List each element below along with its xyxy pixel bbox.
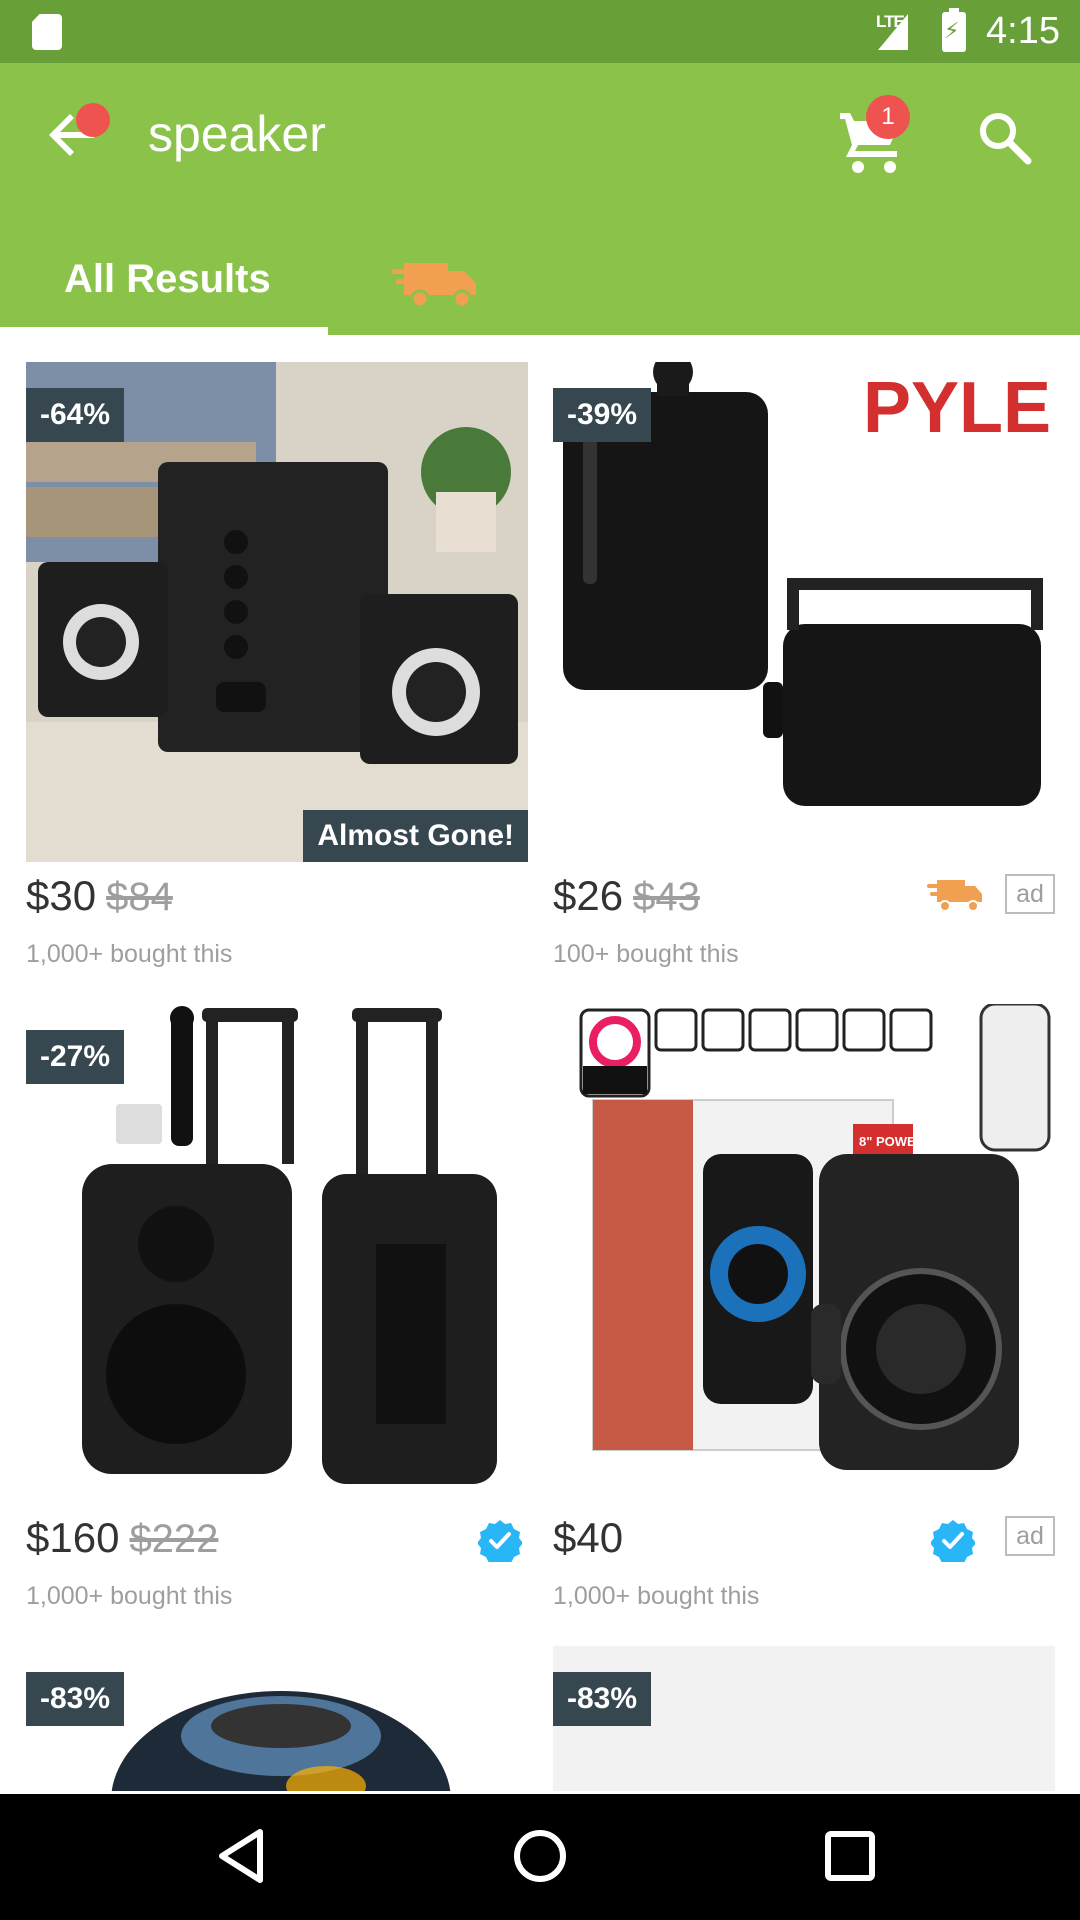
discount-badge: -39% — [553, 388, 652, 442]
verified-seller-icon — [478, 1520, 522, 1562]
app-header: speaker 1 All Results — [0, 63, 1080, 335]
discount-badge: -64% — [26, 388, 125, 442]
ad-badge: ad — [1005, 1516, 1055, 1556]
price: $160 — [26, 1514, 120, 1561]
product-image: 8" POWERED — [553, 1004, 1055, 1504]
product-card-partial[interactable]: -83% — [26, 1646, 528, 1791]
bought-count: 100+ bought this — [553, 940, 739, 968]
old-price: $43 — [633, 875, 700, 919]
bought-count: 1,000+ bought this — [26, 940, 233, 968]
price: $30 — [26, 872, 97, 919]
box-powered-text: 8" POWERED — [859, 1134, 943, 1149]
battery-charging-icon — [942, 8, 966, 52]
system-nav-bar — [0, 1794, 1080, 1920]
price: $40 — [553, 1514, 624, 1561]
product-image: -64% Almost Gone! — [26, 362, 528, 862]
party-speaker-image: 8" POWERED — [553, 1004, 1055, 1504]
tab-fast-delivery[interactable] — [328, 233, 548, 335]
back-triangle-icon[interactable] — [210, 1824, 274, 1888]
status-time: 4:15 — [986, 10, 1060, 52]
fast-delivery-truck-icon — [392, 263, 476, 309]
bought-count: 1,000+ bought this — [26, 1582, 233, 1610]
sd-card-icon — [32, 14, 62, 50]
product-image: PYLE -39% — [553, 362, 1055, 862]
old-price: $222 — [129, 1517, 219, 1561]
search-button[interactable] — [974, 107, 1038, 171]
discount-badge: -83% — [26, 1672, 125, 1726]
home-circle-icon[interactable] — [512, 1824, 568, 1888]
notification-dot — [76, 103, 110, 137]
verified-seller-icon — [931, 1520, 975, 1562]
tab-all-results[interactable]: All Results — [0, 233, 328, 335]
discount-badge: -27% — [26, 1030, 125, 1084]
tab-indicator — [0, 327, 328, 335]
stock-badge: Almost Gone! — [303, 810, 528, 862]
pyle-brand-logo: PYLE — [863, 368, 1051, 448]
discount-badge: -83% — [553, 1672, 652, 1726]
recents-square-icon[interactable] — [820, 1826, 880, 1886]
old-price: $84 — [106, 875, 173, 919]
search-query[interactable]: speaker — [148, 105, 326, 163]
search-icon — [980, 113, 1032, 165]
ad-badge: ad — [1005, 874, 1055, 914]
network-type: LTE — [876, 12, 905, 31]
product-image: -27% — [26, 1004, 528, 1504]
status-bar: LTE 4:15 — [0, 0, 1080, 63]
product-card-partial[interactable]: -83% — [553, 1646, 1055, 1791]
fast-delivery-icon — [927, 880, 982, 912]
cart-count-badge: 1 — [866, 95, 910, 139]
price-row: $40 — [553, 1514, 1055, 1574]
price-row: $160 $222 — [26, 1514, 528, 1574]
tab-all-results-label: All Results — [64, 257, 271, 301]
price: $26 — [553, 872, 624, 919]
price-row: $30 $84 — [26, 872, 528, 932]
bought-count: 1,000+ bought this — [553, 1582, 760, 1610]
